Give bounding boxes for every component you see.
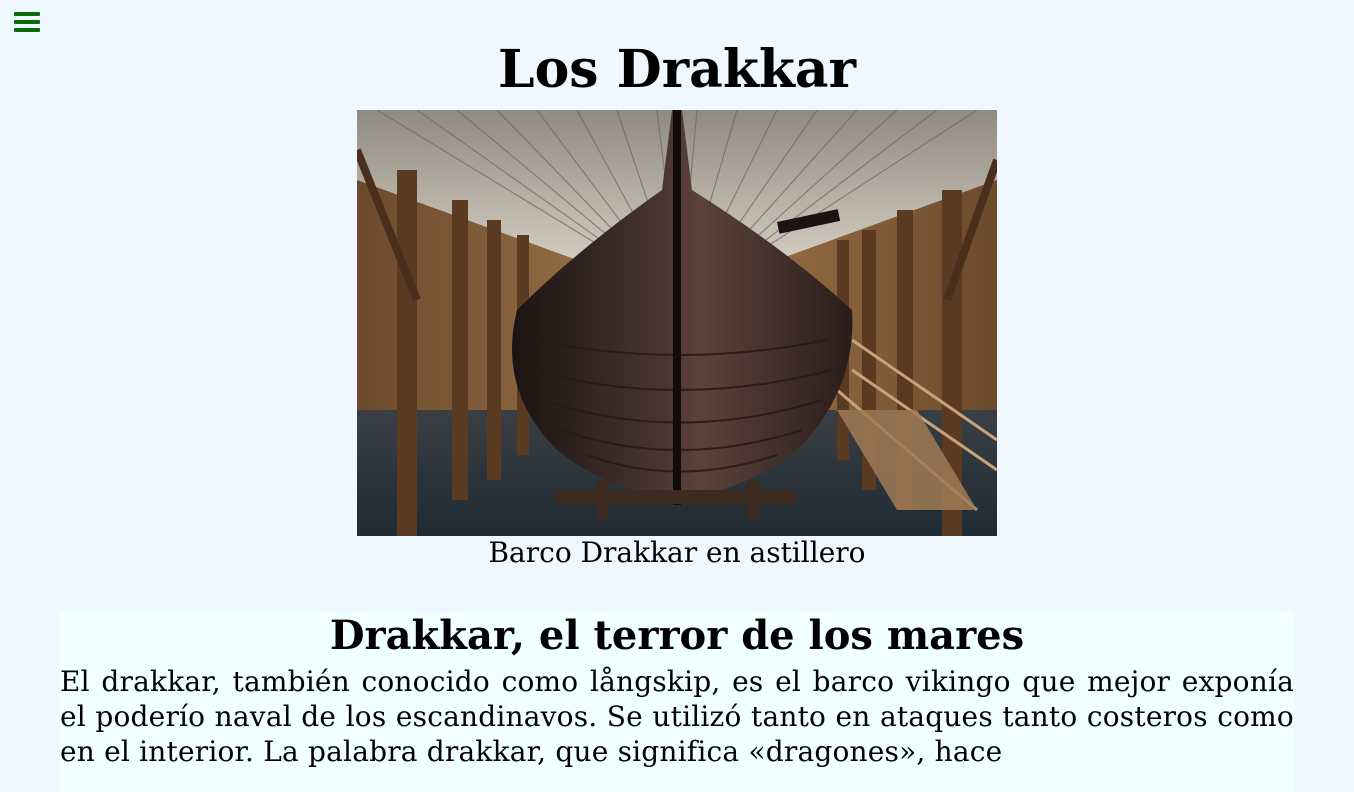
content-section: Drakkar, el terror de los mares El drakk… — [60, 612, 1294, 792]
drakkar-ship-image — [357, 110, 997, 536]
section-heading: Drakkar, el terror de los mares — [329, 612, 1025, 659]
page-title: Los Drakkar — [498, 39, 856, 100]
image-caption: Barco Drakkar en astillero — [488, 536, 866, 569]
hamburger-menu-icon — [14, 12, 40, 16]
section-paragraph: El drakkar, también conocido como långsk… — [60, 665, 1294, 768]
hamburger-menu-button[interactable] — [8, 6, 48, 40]
